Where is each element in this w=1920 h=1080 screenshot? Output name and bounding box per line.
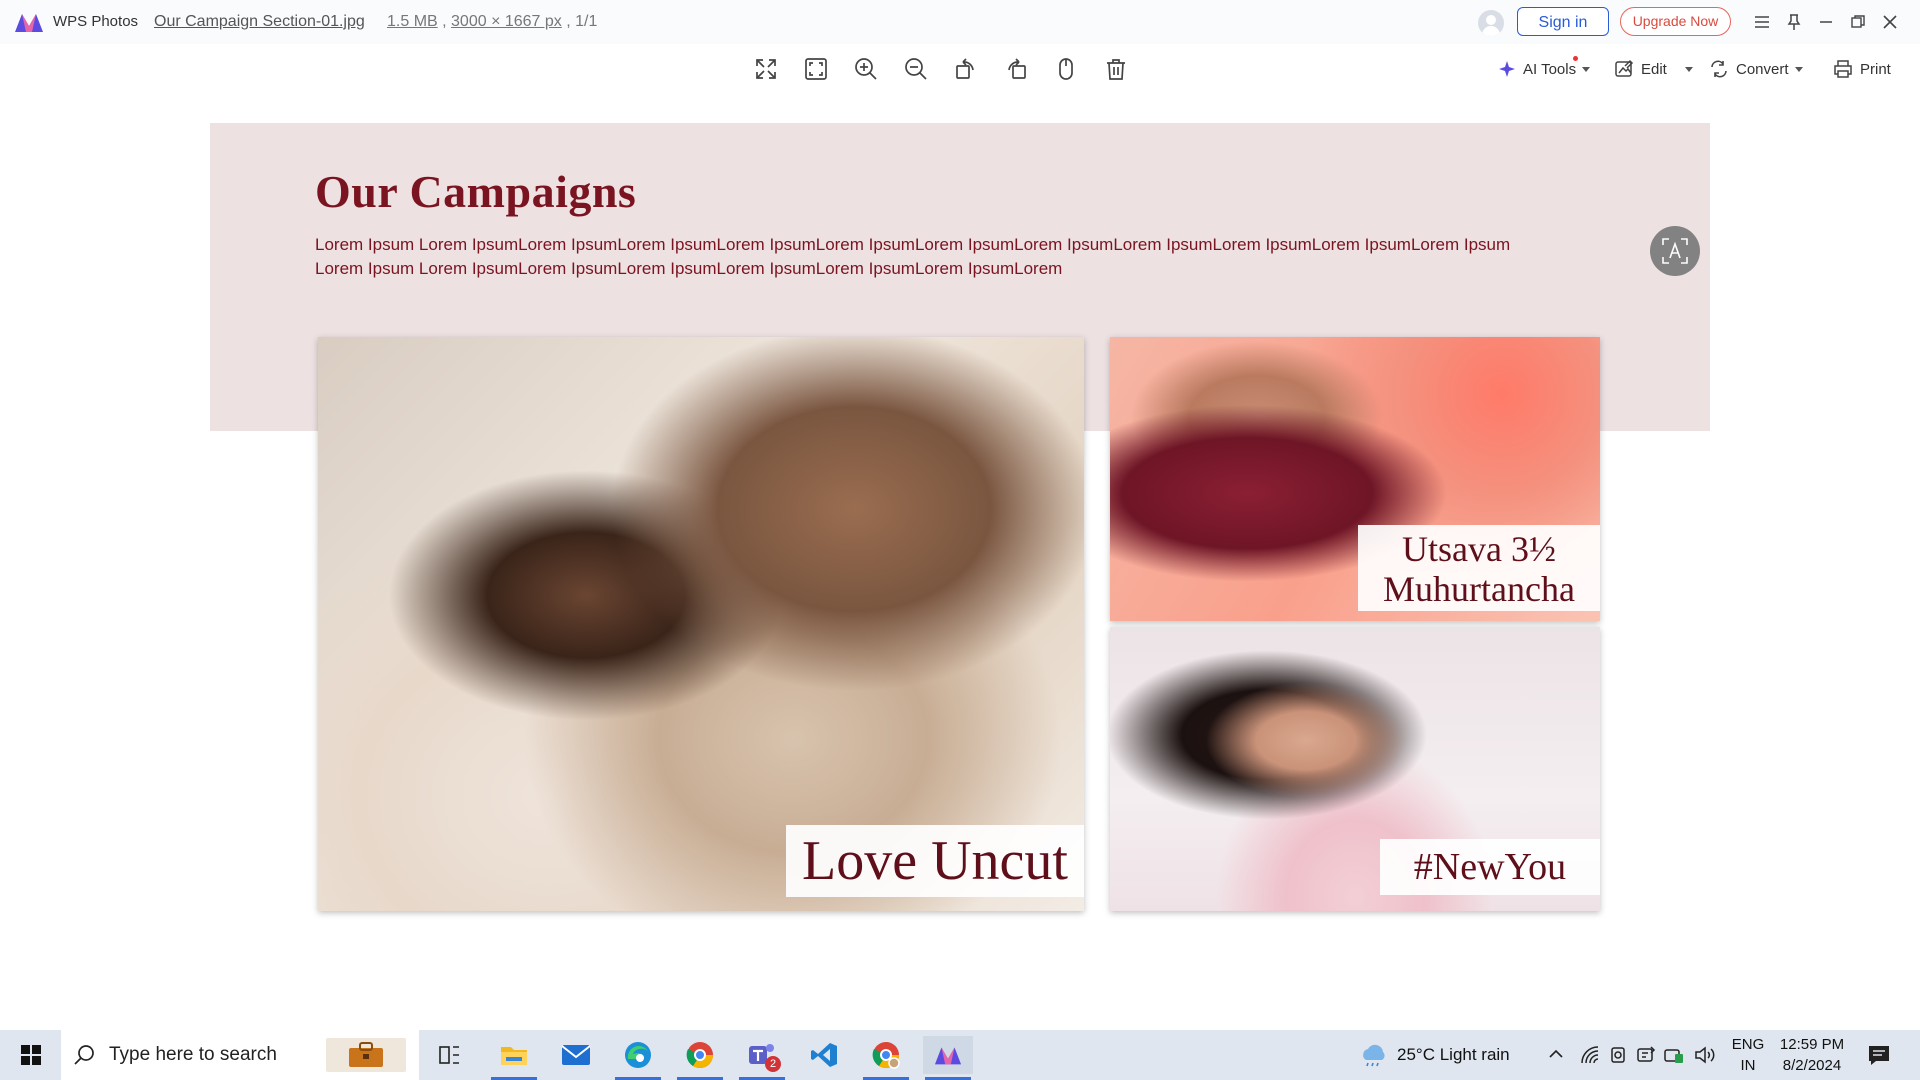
mail-icon[interactable] (551, 1036, 601, 1074)
zoom-in-icon[interactable] (851, 54, 881, 84)
file-name-link[interactable]: Our Campaign Section-01.jpg (154, 13, 365, 31)
search-placeholder: Type here to search (109, 1044, 277, 1065)
app-name: WPS Photos (53, 13, 139, 30)
taskbar-search-box[interactable]: Type here to search (61, 1030, 419, 1080)
convert-label: Convert (1736, 60, 1789, 78)
fit-to-window-icon[interactable] (801, 54, 831, 84)
edge-browser-icon[interactable] (613, 1036, 663, 1080)
zoom-out-icon[interactable] (901, 54, 931, 84)
network-icon[interactable] (1580, 1045, 1600, 1070)
chevron-down-icon[interactable] (1684, 66, 1693, 72)
weather-text[interactable]: 25°C Light rain (1397, 1045, 1510, 1065)
close-icon[interactable] (1877, 10, 1903, 34)
campaign-label-love-uncut: Love Uncut (786, 825, 1084, 897)
ai-sparkle-icon (1499, 61, 1515, 77)
image-heading: Our Campaigns (315, 166, 637, 217)
edit-image-icon (1615, 59, 1634, 77)
image-viewer[interactable]: Our Campaigns Lorem Ipsum Lorem IpsumLor… (0, 92, 1920, 1030)
title-bar: WPS Photos Our Campaign Section-01.jpg 1… (0, 0, 1920, 44)
camera-icon[interactable] (1609, 1045, 1629, 1070)
chevron-down-icon (1582, 66, 1591, 72)
clock-time[interactable]: 12:59 PM (1777, 1036, 1847, 1053)
convert-button[interactable]: Convert (1709, 56, 1803, 82)
meet-now-icon[interactable] (1636, 1045, 1656, 1070)
task-view-icon[interactable] (425, 1036, 475, 1074)
show-hidden-icons-chevron-up-icon[interactable] (1548, 1046, 1564, 1067)
ai-tools-button[interactable]: AI Tools (1498, 56, 1591, 82)
campaign-label-newyou: #NewYou (1380, 839, 1600, 895)
teams-notification-badge: 2 (765, 1056, 781, 1072)
notification-dot (1573, 56, 1578, 61)
file-size[interactable]: 1.5 MB (387, 13, 438, 30)
chrome-profile-icon[interactable] (861, 1036, 911, 1080)
windows-taskbar: Type here to search 2 25°C Light rain EN… (0, 1030, 1920, 1080)
image-toolbar: AI Tools Edit Convert Print (0, 44, 1920, 92)
wps-photos-taskbar-icon[interactable] (923, 1036, 973, 1080)
restore-icon[interactable] (1845, 10, 1871, 34)
displayed-image: Our Campaigns Lorem Ipsum Lorem IpsumLor… (210, 123, 1710, 957)
search-icon (74, 1045, 94, 1065)
mouse-mode-icon[interactable] (1051, 54, 1081, 84)
windows-start-icon[interactable] (6, 1036, 56, 1074)
minimize-icon[interactable] (1813, 10, 1839, 34)
file-explorer-icon[interactable] (489, 1036, 539, 1080)
edit-label: Edit (1641, 60, 1667, 78)
ocr-text-recognition-icon[interactable] (1650, 226, 1700, 276)
user-avatar-icon[interactable] (1478, 10, 1504, 36)
weather-icon[interactable] (1358, 1042, 1388, 1073)
menu-icon[interactable] (1749, 10, 1775, 34)
notification-center-icon[interactable] (1867, 1043, 1891, 1072)
chevron-down-icon (1794, 66, 1803, 72)
print-button[interactable]: Print (1833, 56, 1891, 82)
rotate-right-icon[interactable] (1001, 54, 1031, 84)
campaign-photo-utsava: Utsava 3½ Muhurtancha (1110, 337, 1600, 621)
fullscreen-icon[interactable] (751, 54, 781, 84)
language-bottom[interactable]: IN (1731, 1057, 1765, 1074)
convert-icon (1711, 60, 1727, 78)
rotate-left-icon[interactable] (951, 54, 981, 84)
edit-button[interactable]: Edit (1614, 56, 1693, 82)
campaign-label-utsava: Utsava 3½ Muhurtancha (1358, 525, 1600, 611)
image-paragraph: Lorem Ipsum Lorem IpsumLorem IpsumLorem … (315, 235, 1511, 278)
image-dimensions[interactable]: 3000 × 1667 px (451, 13, 562, 30)
printer-icon (1834, 60, 1852, 78)
utsava-line-2: Muhurtancha (1383, 569, 1575, 609)
campaign-photo-couple: Love Uncut (318, 337, 1084, 911)
file-meta: 1.5 MB , 3000 × 1667 px , 1/1 (387, 13, 598, 30)
wps-photos-logo-icon (15, 14, 43, 32)
utsava-line-1: Utsava 3½ (1402, 529, 1556, 569)
search-highlight-image (326, 1038, 406, 1072)
teams-icon[interactable]: 2 (737, 1036, 787, 1080)
battery-security-icon[interactable] (1663, 1045, 1685, 1070)
page-count: 1/1 (575, 13, 598, 30)
language-top[interactable]: ENG (1731, 1036, 1765, 1053)
clock-date[interactable]: 8/2/2024 (1777, 1057, 1847, 1074)
print-label: Print (1860, 60, 1891, 78)
vscode-icon[interactable] (799, 1036, 849, 1074)
campaign-photo-newyou: #NewYou (1110, 627, 1600, 911)
sign-in-button[interactable]: Sign in (1517, 7, 1609, 36)
pin-icon[interactable] (1781, 10, 1807, 34)
delete-icon[interactable] (1101, 54, 1131, 84)
upgrade-now-button[interactable]: Upgrade Now (1620, 7, 1731, 36)
chrome-browser-icon[interactable] (675, 1036, 725, 1080)
volume-icon[interactable] (1694, 1045, 1716, 1070)
ai-tools-label: AI Tools (1523, 60, 1577, 78)
